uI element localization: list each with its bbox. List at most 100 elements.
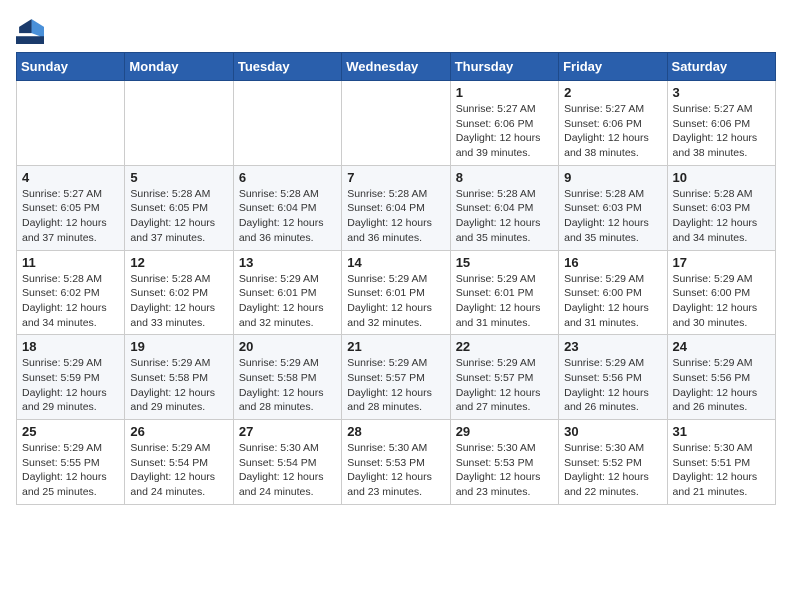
calendar-day-cell: 24 Sunrise: 5:29 AM Sunset: 5:56 PM Dayli… — [667, 335, 775, 420]
day-info: Sunrise: 5:27 AM Sunset: 6:05 PM Dayligh… — [22, 187, 119, 246]
page-header — [16, 16, 776, 44]
calendar-day-cell: 3 Sunrise: 5:27 AM Sunset: 6:06 PM Daylig… — [667, 81, 775, 166]
calendar-day-cell — [125, 81, 233, 166]
day-info: Sunrise: 5:29 AM Sunset: 5:57 PM Dayligh… — [456, 356, 553, 415]
day-number: 18 — [22, 339, 119, 354]
calendar-day-cell: 26Sunrise: 5:29 AM Sunset: 5:54 PM Dayli… — [125, 420, 233, 505]
calendar-day-cell: 25 Sunrise: 5:29 AM Sunset: 5:55 PM Dayli… — [17, 420, 125, 505]
calendar-day-cell: 6 Sunrise: 5:28 AM Sunset: 6:04 PM Daylig… — [233, 165, 341, 250]
calendar-day-cell: 19Sunrise: 5:29 AM Sunset: 5:58 PM Dayli… — [125, 335, 233, 420]
calendar-day-header: Saturday — [667, 53, 775, 81]
day-number: 7 — [347, 170, 444, 185]
calendar-day-cell: 9 Sunrise: 5:28 AM Sunset: 6:03 PM Daylig… — [559, 165, 667, 250]
day-number: 29 — [456, 424, 553, 439]
day-info: Sunrise: 5:28 AM Sunset: 6:04 PM Dayligh… — [347, 187, 444, 246]
calendar-day-cell: 4Sunrise: 5:27 AM Sunset: 6:05 PM Daylig… — [17, 165, 125, 250]
day-number: 15 — [456, 255, 553, 270]
day-info: Sunrise: 5:27 AM Sunset: 6:06 PM Dayligh… — [456, 102, 553, 161]
day-number: 30 — [564, 424, 661, 439]
day-info: Sunrise: 5:28 AM Sunset: 6:02 PM Dayligh… — [130, 272, 227, 331]
calendar-table: SundayMondayTuesdayWednesdayThursdayFrid… — [16, 52, 776, 505]
calendar-day-cell: 30Sunrise: 5:30 AM Sunset: 5:52 PM Dayli… — [559, 420, 667, 505]
calendar-day-cell — [233, 81, 341, 166]
day-info: Sunrise: 5:29 AM Sunset: 5:57 PM Dayligh… — [347, 356, 444, 415]
day-info: Sunrise: 5:29 AM Sunset: 6:01 PM Dayligh… — [239, 272, 336, 331]
calendar-day-header: Monday — [125, 53, 233, 81]
calendar-day-header: Sunday — [17, 53, 125, 81]
logo-icon — [16, 16, 44, 44]
day-number: 28 — [347, 424, 444, 439]
day-number: 6 — [239, 170, 336, 185]
calendar-day-cell: 7 Sunrise: 5:28 AM Sunset: 6:04 PM Daylig… — [342, 165, 450, 250]
calendar-day-cell: 22Sunrise: 5:29 AM Sunset: 5:57 PM Dayli… — [450, 335, 558, 420]
day-info: Sunrise: 5:29 AM Sunset: 5:56 PM Dayligh… — [564, 356, 661, 415]
day-number: 17 — [673, 255, 770, 270]
calendar-day-cell: 11Sunrise: 5:28 AM Sunset: 6:02 PM Dayli… — [17, 250, 125, 335]
calendar-week-row: 4Sunrise: 5:27 AM Sunset: 6:05 PM Daylig… — [17, 165, 776, 250]
day-info: Sunrise: 5:29 AM Sunset: 5:58 PM Dayligh… — [130, 356, 227, 415]
day-number: 26 — [130, 424, 227, 439]
day-number: 2 — [564, 85, 661, 100]
day-info: Sunrise: 5:29 AM Sunset: 5:56 PM Dayligh… — [673, 356, 770, 415]
day-info: Sunrise: 5:28 AM Sunset: 6:03 PM Dayligh… — [564, 187, 661, 246]
calendar-day-header: Thursday — [450, 53, 558, 81]
day-number: 14 — [347, 255, 444, 270]
day-info: Sunrise: 5:30 AM Sunset: 5:53 PM Dayligh… — [456, 441, 553, 500]
calendar-day-header: Tuesday — [233, 53, 341, 81]
calendar-day-cell: 12 Sunrise: 5:28 AM Sunset: 6:02 PM Dayli… — [125, 250, 233, 335]
calendar-header-row: SundayMondayTuesdayWednesdayThursdayFrid… — [17, 53, 776, 81]
day-number: 1 — [456, 85, 553, 100]
calendar-day-cell: 18 Sunrise: 5:29 AM Sunset: 5:59 PM Dayli… — [17, 335, 125, 420]
day-info: Sunrise: 5:29 AM Sunset: 5:58 PM Dayligh… — [239, 356, 336, 415]
day-number: 13 — [239, 255, 336, 270]
day-number: 21 — [347, 339, 444, 354]
day-info: Sunrise: 5:29 AM Sunset: 6:01 PM Dayligh… — [347, 272, 444, 331]
calendar-day-cell: 10 Sunrise: 5:28 AM Sunset: 6:03 PM Dayli… — [667, 165, 775, 250]
day-info: Sunrise: 5:30 AM Sunset: 5:54 PM Dayligh… — [239, 441, 336, 500]
calendar-day-cell: 17 Sunrise: 5:29 AM Sunset: 6:00 PM Dayli… — [667, 250, 775, 335]
logo — [16, 16, 48, 44]
calendar-week-row: 18 Sunrise: 5:29 AM Sunset: 5:59 PM Dayli… — [17, 335, 776, 420]
day-number: 31 — [673, 424, 770, 439]
day-number: 25 — [22, 424, 119, 439]
day-info: Sunrise: 5:27 AM Sunset: 6:06 PM Dayligh… — [673, 102, 770, 161]
calendar-day-cell: 21 Sunrise: 5:29 AM Sunset: 5:57 PM Dayli… — [342, 335, 450, 420]
calendar-day-cell: 20 Sunrise: 5:29 AM Sunset: 5:58 PM Dayli… — [233, 335, 341, 420]
day-info: Sunrise: 5:29 AM Sunset: 6:01 PM Dayligh… — [456, 272, 553, 331]
day-info: Sunrise: 5:29 AM Sunset: 6:00 PM Dayligh… — [673, 272, 770, 331]
day-info: Sunrise: 5:28 AM Sunset: 6:05 PM Dayligh… — [130, 187, 227, 246]
day-number: 20 — [239, 339, 336, 354]
day-info: Sunrise: 5:30 AM Sunset: 5:53 PM Dayligh… — [347, 441, 444, 500]
day-number: 27 — [239, 424, 336, 439]
calendar-day-cell: 29 Sunrise: 5:30 AM Sunset: 5:53 PM Dayli… — [450, 420, 558, 505]
day-info: Sunrise: 5:27 AM Sunset: 6:06 PM Dayligh… — [564, 102, 661, 161]
day-info: Sunrise: 5:29 AM Sunset: 5:55 PM Dayligh… — [22, 441, 119, 500]
day-number: 12 — [130, 255, 227, 270]
day-number: 16 — [564, 255, 661, 270]
day-info: Sunrise: 5:28 AM Sunset: 6:04 PM Dayligh… — [239, 187, 336, 246]
day-info: Sunrise: 5:28 AM Sunset: 6:03 PM Dayligh… — [673, 187, 770, 246]
day-number: 9 — [564, 170, 661, 185]
calendar-day-cell — [342, 81, 450, 166]
calendar-day-cell: 2 Sunrise: 5:27 AM Sunset: 6:06 PM Daylig… — [559, 81, 667, 166]
day-number: 24 — [673, 339, 770, 354]
calendar-day-cell: 16 Sunrise: 5:29 AM Sunset: 6:00 PM Dayli… — [559, 250, 667, 335]
day-info: Sunrise: 5:29 AM Sunset: 6:00 PM Dayligh… — [564, 272, 661, 331]
calendar-day-header: Wednesday — [342, 53, 450, 81]
calendar-day-cell: 8Sunrise: 5:28 AM Sunset: 6:04 PM Daylig… — [450, 165, 558, 250]
calendar-day-cell: 27 Sunrise: 5:30 AM Sunset: 5:54 PM Dayli… — [233, 420, 341, 505]
day-number: 3 — [673, 85, 770, 100]
calendar-day-cell: 31 Sunrise: 5:30 AM Sunset: 5:51 PM Dayli… — [667, 420, 775, 505]
calendar-day-cell: 15 Sunrise: 5:29 AM Sunset: 6:01 PM Dayli… — [450, 250, 558, 335]
calendar-day-cell: 13 Sunrise: 5:29 AM Sunset: 6:01 PM Dayli… — [233, 250, 341, 335]
day-number: 11 — [22, 255, 119, 270]
day-number: 10 — [673, 170, 770, 185]
day-info: Sunrise: 5:30 AM Sunset: 5:51 PM Dayligh… — [673, 441, 770, 500]
calendar-day-header: Friday — [559, 53, 667, 81]
calendar-day-cell: 14 Sunrise: 5:29 AM Sunset: 6:01 PM Dayli… — [342, 250, 450, 335]
day-info: Sunrise: 5:29 AM Sunset: 5:59 PM Dayligh… — [22, 356, 119, 415]
calendar-week-row: 1 Sunrise: 5:27 AM Sunset: 6:06 PM Daylig… — [17, 81, 776, 166]
day-number: 8 — [456, 170, 553, 185]
calendar-week-row: 11 Sunrise: 5:28 AM Sunset: 6:02 PM Dayli… — [17, 250, 776, 335]
day-number: 23 — [564, 339, 661, 354]
